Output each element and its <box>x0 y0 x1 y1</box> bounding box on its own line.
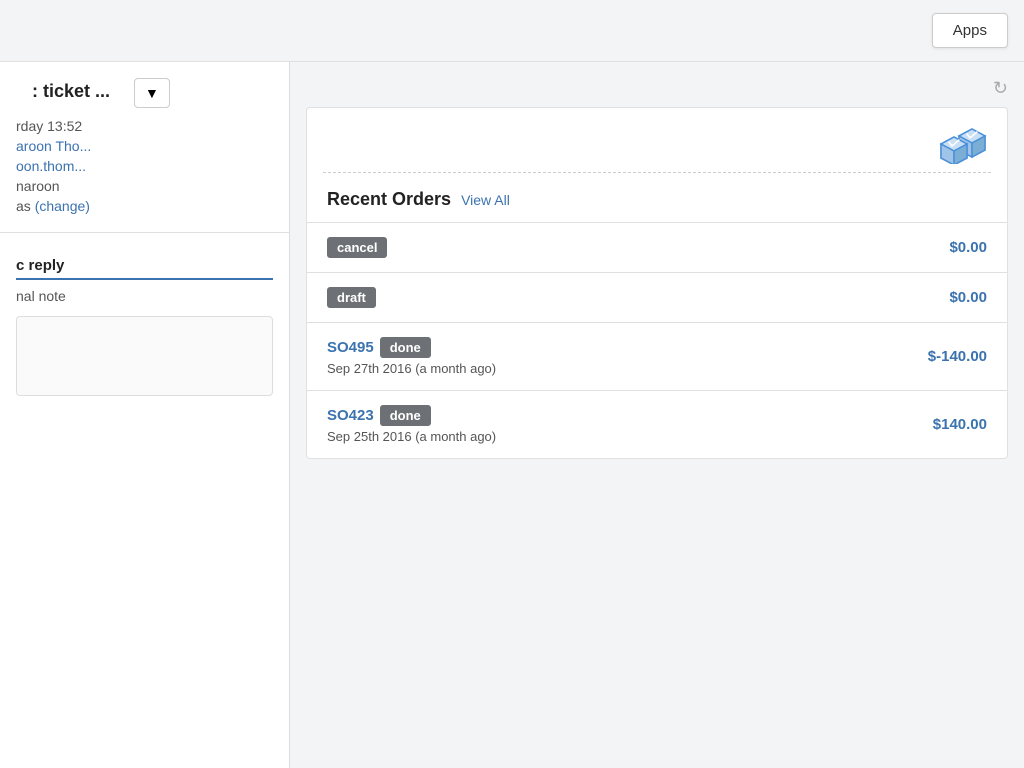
orders-title: Recent Orders <box>327 189 451 210</box>
apps-button[interactable]: Apps <box>932 13 1008 48</box>
main-panel: ↻ <box>290 62 1024 768</box>
view-all-link[interactable]: View All <box>461 192 510 208</box>
order-cell-left: cancel <box>307 223 782 273</box>
ticket-change: as (change) <box>0 196 289 216</box>
order-id-link[interactable]: SO423 <box>327 407 374 424</box>
internal-note-label: nal note <box>16 284 273 308</box>
top-bar: Apps <box>0 0 1024 62</box>
refresh-icon[interactable]: ↻ <box>993 78 1008 99</box>
ticket-title: : ticket ... <box>16 81 126 106</box>
order-cell-left: draft <box>307 273 782 323</box>
ticket-user: aroon Tho... <box>0 136 289 156</box>
app-icon <box>939 124 987 164</box>
table-row: SO423 done Sep 25th 2016 (a month ago) $140… <box>307 391 1007 459</box>
order-amount: $140.00 <box>782 391 1007 459</box>
ticket-dropdown-row: : ticket ... ▼ <box>0 78 289 116</box>
orders-card: Recent Orders View All cancel $0.00 draft $… <box>306 107 1008 459</box>
order-id-link[interactable]: SO495 <box>327 339 374 356</box>
status-badge: draft <box>327 287 376 308</box>
ticket-divider <box>0 232 289 233</box>
ticket-date: rday 13:52 <box>0 116 289 136</box>
table-row: cancel $0.00 <box>307 223 1007 273</box>
status-badge: done <box>380 405 431 426</box>
dotted-divider <box>323 172 991 173</box>
ticket-change-prefix: as <box>16 198 31 214</box>
left-panel: : ticket ... ▼ rday 13:52 aroon Tho... o… <box>0 62 290 768</box>
order-amount: $0.00 <box>782 273 1007 323</box>
order-amount: $0.00 <box>782 223 1007 273</box>
table-row: draft $0.00 <box>307 273 1007 323</box>
refresh-icon-area: ↻ <box>306 78 1008 99</box>
order-date: Sep 27th 2016 (a month ago) <box>327 361 762 376</box>
order-amount: $-140.00 <box>782 323 1007 391</box>
ticket-change-link[interactable]: (change) <box>35 198 90 214</box>
reply-textarea[interactable] <box>16 316 273 396</box>
ticket-dropdown-button[interactable]: ▼ <box>134 78 170 108</box>
chevron-down-icon: ▼ <box>145 85 159 101</box>
reply-section: c reply nal note <box>0 249 289 417</box>
ticket-email: oon.thom... <box>0 156 289 176</box>
app-icon-area <box>307 108 1007 172</box>
table-row: SO495 done Sep 27th 2016 (a month ago) $-14… <box>307 323 1007 391</box>
orders-table: cancel $0.00 draft $0.00 SO495 done Sep 27th 2… <box>307 222 1007 458</box>
status-badge: done <box>380 337 431 358</box>
cube-icon <box>939 124 987 164</box>
ticket-name: naroon <box>0 176 289 196</box>
status-badge: cancel <box>327 237 387 258</box>
reply-label: c reply <box>16 257 273 280</box>
orders-header: Recent Orders View All <box>307 189 1007 222</box>
order-cell-left: SO423 done Sep 25th 2016 (a month ago) <box>307 391 782 459</box>
order-date: Sep 25th 2016 (a month ago) <box>327 429 762 444</box>
order-cell-left: SO495 done Sep 27th 2016 (a month ago) <box>307 323 782 391</box>
